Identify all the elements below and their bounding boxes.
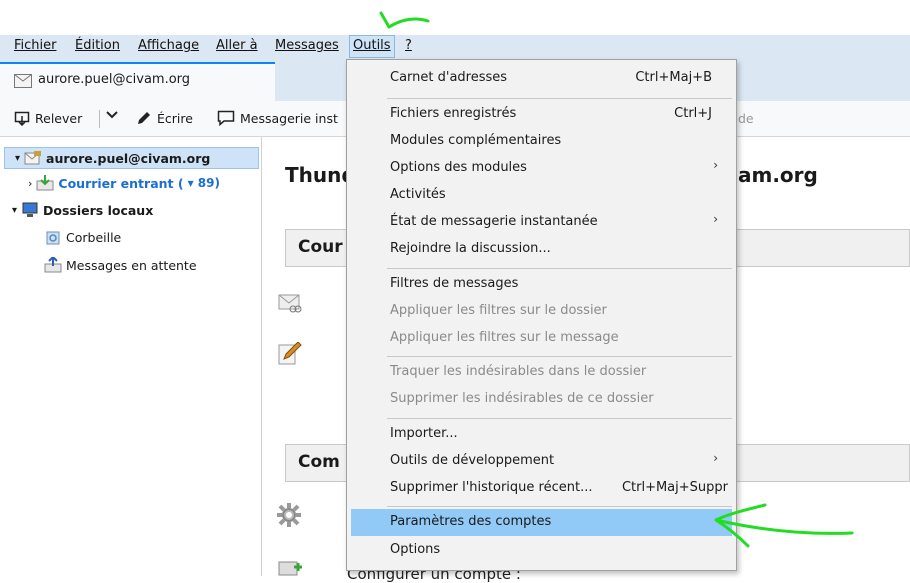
annotation-overlay xyxy=(379,11,854,548)
annotation-checkmark xyxy=(379,11,430,29)
annotation-arrow xyxy=(714,503,854,548)
